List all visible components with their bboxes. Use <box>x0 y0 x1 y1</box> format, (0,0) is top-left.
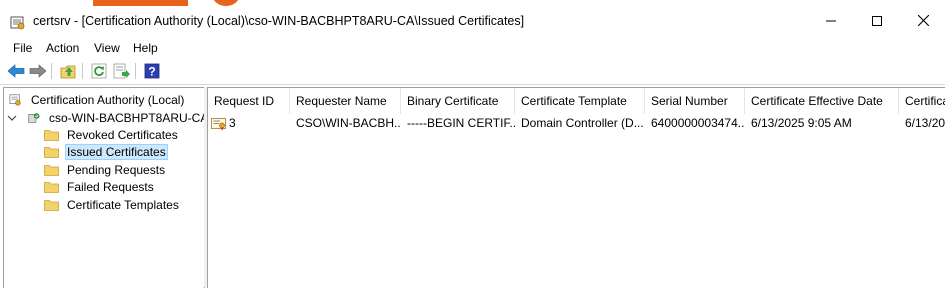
menu-bar: File Action View Help <box>0 38 945 58</box>
title-bar: certsrv - [Certification Authority (Loca… <box>0 6 945 38</box>
tree-label-revoked-certificates: Revoked Certificates <box>67 127 178 142</box>
tree-item-certificate-templates[interactable]: Certificate Templates <box>44 196 181 213</box>
maximize-icon <box>872 16 882 26</box>
cell-requester-name: CSO\WIN-BACBH... <box>296 116 401 130</box>
folder-icon <box>44 199 59 211</box>
certificate-icon <box>211 117 226 131</box>
tree-item-root[interactable]: Certification Authority (Local) <box>8 91 186 108</box>
cell-certificate-template: Domain Controller (D... <box>521 116 644 130</box>
chevron-down-icon[interactable] <box>7 113 17 123</box>
tree-item-failed-requests[interactable]: Failed Requests <box>44 178 156 195</box>
svg-text:?: ? <box>148 65 155 79</box>
tree-label-ca: cso-WIN-BACBHPT8ARU-CA <box>49 110 209 125</box>
minimize-icon <box>826 20 836 22</box>
column-header-request-id[interactable]: Request ID <box>208 88 290 114</box>
menu-view[interactable]: View <box>94 41 120 55</box>
tree-item-revoked-certificates[interactable]: Revoked Certificates <box>44 126 180 143</box>
back-button[interactable] <box>7 62 25 80</box>
folder-icon <box>44 129 59 141</box>
forward-button[interactable] <box>28 62 46 80</box>
menu-help[interactable]: Help <box>133 41 158 55</box>
cell-certificate-effective-date: 6/13/2025 9:05 AM <box>751 116 852 130</box>
ca-server-icon <box>28 112 40 123</box>
help-icon: ? <box>144 63 160 79</box>
back-arrow-icon <box>7 64 24 78</box>
refresh-button[interactable] <box>90 62 108 80</box>
cell-serial-number: 6400000003474... <box>651 116 745 130</box>
certification-authority-icon <box>9 93 21 106</box>
up-folder-icon <box>60 65 75 78</box>
folder-icon <box>44 146 59 158</box>
window-title: certsrv - [Certification Authority (Loca… <box>33 14 525 28</box>
cell-request-id: 3 <box>208 114 290 132</box>
help-button[interactable]: ? <box>143 62 161 80</box>
tree-label-issued-certificates: Issued Certificates <box>65 143 168 160</box>
close-icon <box>917 14 929 27</box>
menu-action[interactable]: Action <box>46 41 79 55</box>
export-list-icon <box>113 63 130 79</box>
minimize-button[interactable] <box>808 6 854 38</box>
tree-label-certificate-templates: Certificate Templates <box>67 197 179 212</box>
cell-binary-certificate: -----BEGIN CERTIF... <box>407 116 515 130</box>
column-header-certificate-effective-date[interactable]: Certificate Effective Date <box>745 88 899 114</box>
tree-item-ca[interactable]: cso-WIN-BACBHPT8ARU-CA <box>26 109 210 126</box>
toolbar-separator <box>51 63 52 79</box>
maximize-button[interactable] <box>854 6 900 38</box>
toolbar: ? <box>0 58 945 85</box>
result-list[interactable]: Request ID Requester Name Binary Certifi… <box>207 87 945 288</box>
up-one-level-button[interactable] <box>59 62 77 80</box>
folder-icon <box>44 164 59 176</box>
certsrv-app-icon <box>10 16 25 30</box>
toolbar-separator <box>82 63 83 79</box>
tree-label-pending-requests: Pending Requests <box>67 162 166 177</box>
menu-file[interactable]: File <box>13 41 32 55</box>
close-button[interactable] <box>900 6 945 38</box>
tree-label-failed-requests: Failed Requests <box>67 179 154 194</box>
tree-item-pending-requests[interactable]: Pending Requests <box>44 161 167 178</box>
export-list-button[interactable] <box>112 62 130 80</box>
request-id-value: 3 <box>229 116 236 130</box>
toolbar-separator <box>135 63 136 79</box>
cell-certificate-expiration-date: 6/13/20 <box>905 116 945 130</box>
column-header-certificate-expiration-date[interactable]: Certifica <box>899 88 945 114</box>
refresh-icon <box>91 63 107 79</box>
column-header-requester-name[interactable]: Requester Name <box>290 88 401 114</box>
forward-arrow-icon <box>29 64 46 78</box>
tree-label-root: Certification Authority (Local) <box>31 92 185 107</box>
tree-item-issued-certificates[interactable]: Issued Certificates <box>44 143 168 160</box>
column-header-certificate-template[interactable]: Certificate Template <box>515 88 645 114</box>
column-header-binary-certificate[interactable]: Binary Certificate <box>401 88 515 114</box>
folder-icon <box>44 181 59 193</box>
column-header-serial-number[interactable]: Serial Number <box>645 88 745 114</box>
